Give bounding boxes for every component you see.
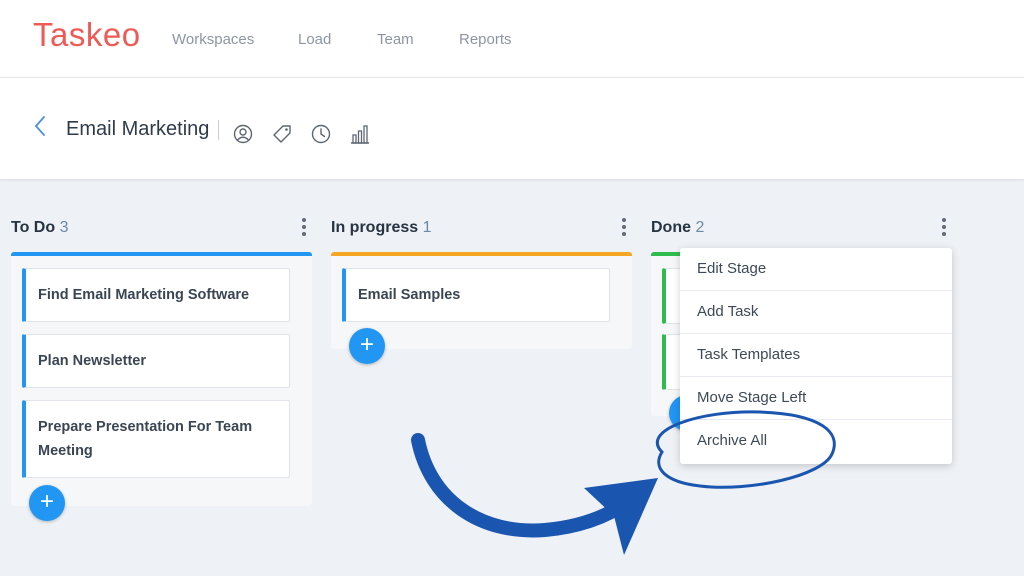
annotation-arrow-head: [584, 478, 658, 555]
clock-icon[interactable]: [310, 123, 332, 145]
nav-team[interactable]: Team: [377, 31, 414, 48]
add-task-button-in-progress[interactable]: +: [349, 328, 385, 364]
task-title: Find Email Marketing Software: [38, 287, 250, 303]
task-title: Prepare Presentation For Team Meeting: [38, 419, 253, 459]
menu-item-add-task[interactable]: Add Task: [680, 291, 952, 334]
stage-context-menu: Edit Stage Add Task Task Templates Move …: [680, 248, 952, 464]
column-menu-in-progress[interactable]: [620, 218, 628, 236]
app-logo[interactable]: Taskeo: [33, 16, 141, 54]
task-card[interactable]: Email Samples: [342, 268, 610, 322]
task-card[interactable]: Prepare Presentation For Team Meeting: [22, 400, 290, 478]
column-title-todo: To Do 3: [11, 219, 69, 236]
nav-workspaces[interactable]: Workspaces: [172, 31, 254, 48]
project-title: Email Marketing: [66, 118, 210, 140]
menu-item-task-templates[interactable]: Task Templates: [680, 334, 952, 377]
menu-item-move-stage-left[interactable]: Move Stage Left: [680, 377, 952, 420]
task-title: Plan Newsletter: [38, 353, 146, 369]
header-divider: [218, 120, 219, 140]
column-count: 3: [59, 219, 69, 236]
column-count: 2: [695, 219, 705, 236]
users-icon[interactable]: [232, 123, 254, 145]
task-title: Email Samples: [358, 287, 461, 303]
nav-load[interactable]: Load: [298, 31, 331, 48]
task-card[interactable]: Find Email Marketing Software: [22, 268, 290, 322]
add-task-button-todo[interactable]: +: [29, 485, 65, 521]
bar-chart-icon[interactable]: [349, 123, 371, 145]
top-navigation-bar: Taskeo Workspaces Load Team Reports: [0, 0, 1024, 78]
back-chevron-icon[interactable]: [32, 114, 48, 138]
menu-item-archive-all[interactable]: Archive All: [680, 420, 952, 463]
column-title-in-progress: In progress 1: [331, 219, 432, 236]
column-lane-todo: Find Email Marketing Software Plan Newsl…: [11, 252, 312, 506]
task-card[interactable]: Plan Newsletter: [22, 334, 290, 388]
menu-item-edit-stage[interactable]: Edit Stage: [680, 248, 952, 291]
column-menu-todo[interactable]: [300, 218, 308, 236]
column-title-done: Done 2: [651, 219, 705, 236]
annotation-arrow-shaft: [411, 433, 647, 538]
column-menu-done[interactable]: [940, 218, 948, 236]
tag-icon[interactable]: [271, 123, 293, 145]
nav-reports[interactable]: Reports: [459, 31, 512, 48]
column-count: 1: [422, 219, 432, 236]
